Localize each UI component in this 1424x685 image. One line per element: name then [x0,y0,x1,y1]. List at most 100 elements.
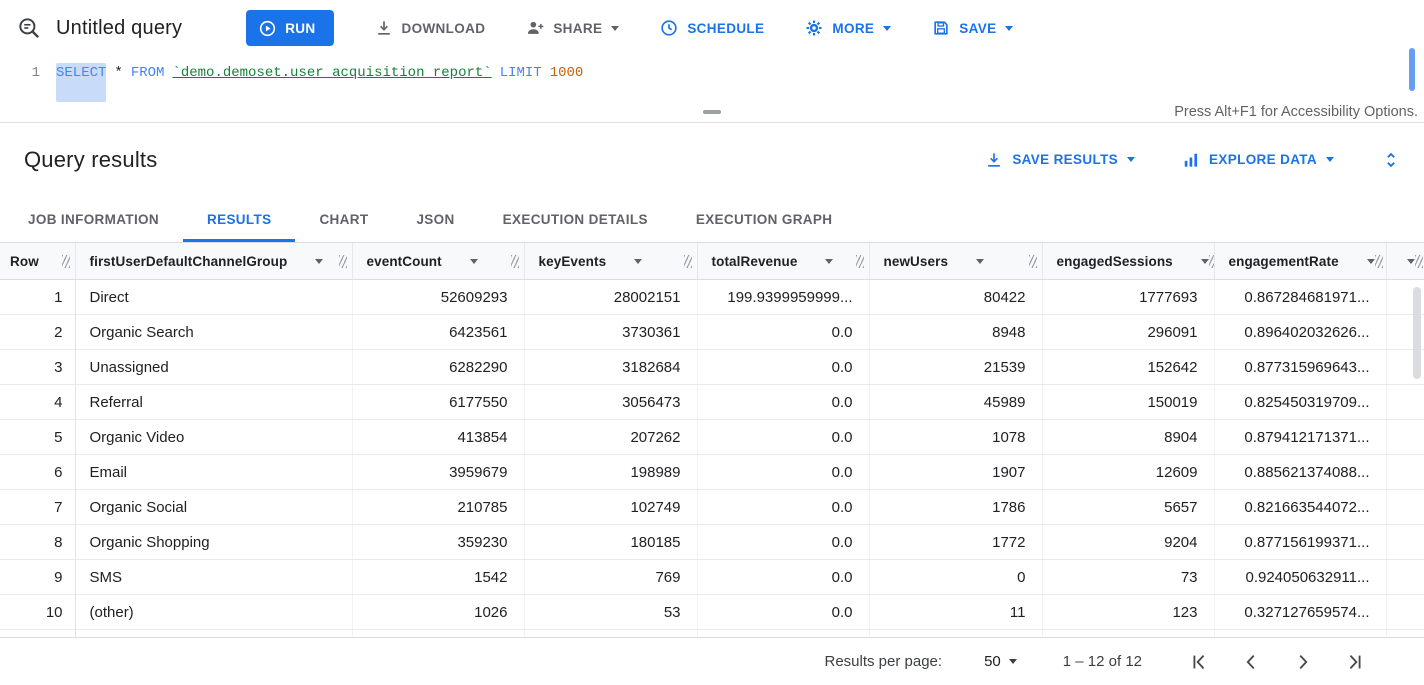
column-label: engagedSessions [1057,254,1173,269]
previous-page-button[interactable] [1240,651,1262,673]
tab-execution-graph[interactable]: EXECUTION GRAPH [672,196,857,242]
tab-job-information[interactable]: JOB INFORMATION [4,196,183,242]
tab-execution-details[interactable]: EXECUTION DETAILS [479,196,672,242]
bigquery-editor-window: Untitled query RUN [0,0,1424,685]
column-header-clipped[interactable] [1386,243,1424,280]
column-header-keyEvents[interactable]: keyEvents [524,243,697,280]
table-cell [1386,455,1424,490]
column-resize-handle[interactable] [1029,255,1037,268]
column-resize-handle[interactable] [1209,255,1214,268]
column-dropdown-caret-icon[interactable] [1367,259,1375,264]
table-cell: Email [75,455,352,490]
table-cell: Organic Video [75,420,352,455]
table-cell: 6282290 [352,350,524,385]
column-resize-handle[interactable] [511,255,519,268]
table-row: 1Direct5260929328002151199.9399959999...… [0,280,1424,315]
row-number-cell: 11 [0,630,75,638]
results-title: Query results [24,147,157,173]
table-cell: 3182684 [524,350,697,385]
download-button[interactable]: DOWNLOAD [374,18,486,38]
column-dropdown-caret-icon[interactable] [315,259,323,264]
column-resize-handle[interactable] [856,255,864,268]
column-dropdown-caret-icon[interactable] [825,259,833,264]
table-cell: 0.0 [697,385,869,420]
column-label: eventCount [367,254,442,269]
play-circle-icon [258,19,277,38]
next-page-button[interactable] [1292,651,1314,673]
column-resize-handle[interactable] [62,255,70,268]
table-cell: SMS [75,560,352,595]
chart-icon [1181,150,1201,170]
table-cell: 198989 [524,455,697,490]
column-header-Row[interactable]: Row [0,243,75,280]
results-actions: SAVE RESULTS EXPLORE DATA [984,149,1402,171]
table-cell: Paid Social [75,630,352,638]
table-cell: 11 [869,595,1042,630]
chevron-down-icon [1005,26,1013,31]
page-size-select[interactable]: 50 [984,653,1017,670]
column-dropdown-caret-icon[interactable] [470,259,478,264]
column-dropdown-caret-icon[interactable] [1407,259,1415,264]
page-size-value: 50 [984,653,1001,670]
column-dropdown-caret-icon[interactable] [1201,259,1209,264]
table-cell: 0.896402032626... [1214,315,1386,350]
column-resize-handle[interactable] [1375,255,1383,268]
column-resize-handle[interactable] [339,255,347,268]
table-cell: 73 [1042,560,1214,595]
column-resize-handle[interactable] [684,255,692,268]
editor-scrollbar[interactable] [1409,48,1415,91]
column-header-totalRevenue[interactable]: totalRevenue [697,243,869,280]
expand-results-button[interactable] [1380,149,1402,171]
table-cell: 1.0 [1214,630,1386,638]
schedule-button[interactable]: SCHEDULE [659,18,764,38]
sql-token: SELECT [56,63,106,102]
table-cell: 0.0 [697,455,869,490]
sql-token: FROM [131,63,165,102]
table-cell: 80422 [869,280,1042,315]
row-number-cell: 8 [0,525,75,560]
tab-json[interactable]: JSON [392,196,478,242]
column-resize-handle[interactable] [1415,255,1423,268]
column-header-eventCount[interactable]: eventCount [352,243,524,280]
table-cell: 3959679 [352,455,524,490]
table-cell: (other) [75,595,352,630]
sql-line[interactable]: SELECT*FROM`demo.demoset.user_acquisitio… [56,63,583,102]
table-row: 11Paid Social2271040.0001.0 [0,630,1424,638]
tab-chart[interactable]: CHART [295,196,392,242]
save-results-download-icon [984,150,1004,170]
first-page-button[interactable] [1188,651,1210,673]
run-button[interactable]: RUN [246,10,333,46]
table-cell: Unassigned [75,350,352,385]
sql-editor[interactable]: 1 SELECT*FROM`demo.demoset.user_acquisit… [0,56,1424,102]
table-scrollbar[interactable] [1413,287,1421,379]
more-button[interactable]: MORE [804,18,891,38]
sql-token: `demo.demoset.user_acquisition_report` [172,63,491,102]
column-header-engagedSessions[interactable]: engagedSessions [1042,243,1214,280]
splitter-drag-handle[interactable] [703,110,721,114]
table-cell: 0.0 [697,490,869,525]
table-row: 10(other)1026530.0111230.327127659574... [0,595,1424,630]
table-cell: 0.0 [697,350,869,385]
chevron-down-icon [883,26,891,31]
download-label: DOWNLOAD [402,21,486,36]
column-dropdown-caret-icon[interactable] [634,259,642,264]
column-label: newUsers [884,254,949,269]
column-header-firstUserDefaultChannelGroup[interactable]: firstUserDefaultChannelGroup [75,243,352,280]
share-button[interactable]: SHARE [525,18,619,38]
table-cell: 210785 [352,490,524,525]
last-page-button[interactable] [1344,651,1366,673]
results-header: Query results SAVE RESULTS [0,123,1424,196]
explore-data-button[interactable]: EXPLORE DATA [1181,150,1334,170]
table-cell: 8904 [1042,420,1214,455]
table-cell: 1907 [869,455,1042,490]
page-range-label: 1 – 12 of 12 [1063,653,1142,670]
chevron-left-icon [1240,651,1262,673]
table-cell: 0.0 [697,420,869,455]
table-cell: 0.825450319709... [1214,385,1386,420]
tab-results[interactable]: RESULTS [183,196,295,242]
column-dropdown-caret-icon[interactable] [976,259,984,264]
column-header-engagementRate[interactable]: engagementRate [1214,243,1386,280]
save-results-button[interactable]: SAVE RESULTS [984,150,1135,170]
column-header-newUsers[interactable]: newUsers [869,243,1042,280]
save-button[interactable]: SAVE [931,18,1013,38]
